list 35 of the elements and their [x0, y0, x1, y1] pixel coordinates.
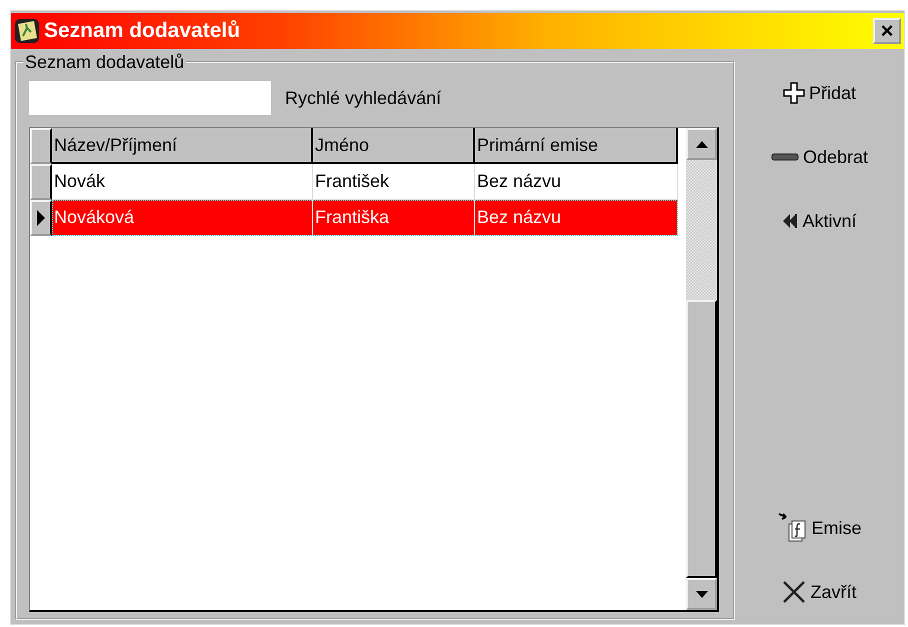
window-title: Seznam dodavatelů	[44, 19, 242, 43]
scroll-down-button[interactable]	[686, 578, 717, 610]
action-button[interactable]: Zavřít	[778, 570, 860, 614]
action-button[interactable]: Emise	[773, 506, 866, 550]
down-arrow-icon	[696, 590, 708, 598]
scroll-up-button[interactable]	[686, 128, 717, 160]
document-arrow-icon	[777, 512, 808, 544]
table-cell: Bez názvu	[475, 164, 678, 199]
column-header[interactable]: Název/Příjmení	[52, 128, 313, 164]
close-button[interactable]: ×	[873, 18, 901, 44]
search-label: Rychlé vyhledávání	[285, 88, 442, 108]
column-header[interactable]: Primární emise	[475, 128, 678, 164]
row-header[interactable]	[30, 200, 52, 236]
rewind-icon	[782, 213, 798, 229]
row-header	[30, 128, 52, 164]
close-icon	[782, 580, 806, 604]
app-icon	[14, 18, 40, 44]
action-button[interactable]: Odebrat	[766, 135, 872, 179]
table-cell: František	[313, 164, 475, 199]
scroll-thumb[interactable]	[686, 300, 717, 578]
table-row[interactable]: Nováková Františka Bez názvu	[52, 200, 678, 236]
column-header[interactable]: Jméno	[313, 128, 475, 164]
row-header[interactable]	[30, 164, 52, 200]
table-cell: Novák	[52, 164, 313, 199]
table-row[interactable]: Novák František Bez názvu	[52, 164, 678, 200]
up-arrow-icon	[696, 140, 708, 148]
action-button[interactable]: Aktivní	[778, 199, 860, 243]
vertical-scrollbar[interactable]	[686, 128, 717, 610]
table-cell: Františka	[313, 200, 475, 235]
minus-icon	[770, 153, 799, 161]
table-cell: Nováková	[52, 200, 313, 235]
search-field[interactable]	[29, 81, 271, 115]
plus-icon	[782, 82, 805, 104]
table-cell: Bez názvu	[475, 200, 678, 235]
action-button[interactable]: Přidat	[778, 71, 860, 115]
